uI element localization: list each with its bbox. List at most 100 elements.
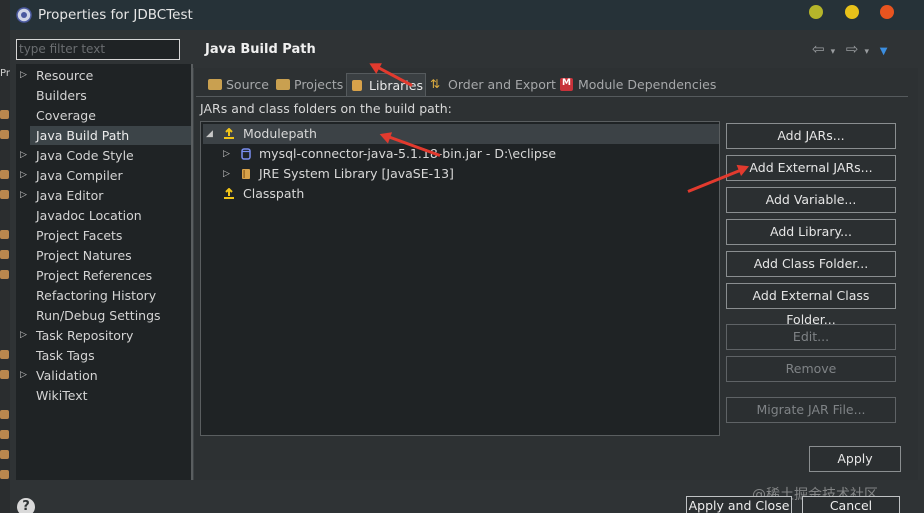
gutter-project-icon <box>0 370 9 379</box>
sidebar-item-java-build-path[interactable]: Java Build Path <box>30 126 191 145</box>
property-pages-tree[interactable]: ▷ Resource Builders Coverage Java Build Path… <box>16 64 191 480</box>
sidebar-item-label: Project Facets <box>36 228 123 243</box>
chevron-down-icon[interactable]: ▾ <box>864 47 869 57</box>
sidebar-item-project-facets[interactable]: Project Facets <box>16 226 191 245</box>
remove-button[interactable]: Remove <box>726 356 896 382</box>
sidebar-item-label: Java Code Style <box>36 148 134 163</box>
add-library-button[interactable]: Add Library... <box>726 219 896 245</box>
modulepath-icon <box>224 128 234 139</box>
gutter-project-icon <box>0 110 9 119</box>
tree-label: mysql-connector-java-5.1.18-bin.jar - D:… <box>259 146 557 161</box>
sidebar-item-label: Refactoring History <box>36 288 157 303</box>
tree-row-classpath[interactable]: Classpath <box>203 184 719 204</box>
help-icon[interactable]: ? <box>17 498 35 513</box>
sidebar-item-label: Task Repository <box>36 328 134 343</box>
expand-twisty-icon[interactable]: ▷ <box>20 186 27 205</box>
sidebar-item-label: Coverage <box>36 108 96 123</box>
tab-label: Libraries <box>369 78 423 93</box>
tab-label: Projects <box>294 77 344 92</box>
forward-arrow-icon[interactable]: ⇨ <box>846 40 859 58</box>
expand-twisty-icon[interactable]: ▷ <box>20 146 27 165</box>
sidebar-item-resource[interactable]: ▷ Resource <box>16 66 191 85</box>
sidebar-item-builders[interactable]: Builders <box>16 86 191 105</box>
tree-label: Classpath <box>243 186 305 201</box>
sidebar-item-label: Java Build Path <box>36 128 130 143</box>
sidebar-item-label: Task Tags <box>36 348 95 363</box>
add-class-folder-button[interactable]: Add Class Folder... <box>726 251 896 277</box>
migrate-jar-button[interactable]: Migrate JAR File... <box>726 397 896 423</box>
add-jars-button[interactable]: Add JARs... <box>726 123 896 149</box>
page-title: Java Build Path <box>205 42 316 57</box>
editor-gutter: Pr <box>0 0 10 513</box>
gutter-project-icon <box>0 230 9 239</box>
sidebar-item-label: Java Editor <box>36 188 104 203</box>
tree-row-mysql-jar[interactable]: ▷ mysql-connector-java-5.1.18-bin.jar - … <box>203 144 719 164</box>
sidebar-item-task-repository[interactable]: ▷ Task Repository <box>16 326 191 345</box>
window-title: Properties for JDBCTest <box>38 7 193 23</box>
apply-and-close-button[interactable]: Apply and Close <box>686 496 792 513</box>
filter-input[interactable]: type filter text <box>16 39 180 60</box>
sidebar-item-label: Project Natures <box>36 248 132 263</box>
sidebar-item-refactoring-history[interactable]: Refactoring History <box>16 286 191 305</box>
eclipse-gear-icon <box>16 7 32 23</box>
back-arrow-icon[interactable]: ⇦ <box>812 40 825 58</box>
sidebar-item-coverage[interactable]: Coverage <box>16 106 191 125</box>
classpath-icon <box>224 188 234 199</box>
tab-divider <box>196 96 908 97</box>
tab-label: Source <box>226 77 269 92</box>
expand-twisty-icon[interactable]: ▷ <box>20 326 27 345</box>
cancel-button[interactable]: Cancel <box>802 496 900 513</box>
sidebar-item-task-tags[interactable]: Task Tags <box>16 346 191 365</box>
gutter-project-icon <box>0 350 9 359</box>
collapse-twisty-icon[interactable]: ◢ <box>206 124 213 144</box>
tab-libraries[interactable]: Libraries <box>346 73 426 96</box>
tree-row-jre-library[interactable]: ▷ JRE System Library [JavaSE-13] <box>203 164 719 184</box>
order-arrows-icon: ⇅ <box>430 77 441 91</box>
build-path-tree[interactable]: ◢ Modulepath ▷ mysql-connector-java-5.1.… <box>200 121 720 436</box>
expand-twisty-icon[interactable]: ▷ <box>223 164 230 184</box>
chevron-down-icon[interactable]: ▾ <box>831 47 836 57</box>
sidebar-item-label: Javadoc Location <box>36 208 142 223</box>
edit-button[interactable]: Edit... <box>726 324 896 350</box>
sidebar-item-project-references[interactable]: Project References <box>16 266 191 285</box>
gutter-project-icon <box>0 130 9 139</box>
jar-icon <box>241 148 251 160</box>
sidebar-item-validation[interactable]: ▷ Validation <box>16 366 191 385</box>
title-bar[interactable]: Properties for JDBCTest <box>10 0 924 30</box>
tab-projects[interactable]: Projects <box>276 73 348 96</box>
sidebar-item-java-code-style[interactable]: ▷ Java Code Style <box>16 146 191 165</box>
gutter-project-icon <box>0 450 9 459</box>
sidebar-item-wikitext[interactable]: WikiText <box>16 386 191 405</box>
view-menu-icon[interactable]: ▼ <box>880 46 888 57</box>
gutter-project-icon <box>0 270 9 279</box>
tree-row-modulepath[interactable]: ◢ Modulepath <box>203 124 719 144</box>
close-button[interactable] <box>880 5 894 19</box>
tab-label: Module Dependencies <box>578 77 717 92</box>
gutter-project-icon <box>0 190 9 199</box>
expand-twisty-icon[interactable]: ▷ <box>223 144 230 164</box>
libraries-icon <box>352 80 362 91</box>
library-icon <box>242 169 250 179</box>
sidebar-item-run-debug-settings[interactable]: Run/Debug Settings <box>16 306 191 325</box>
filter-placeholder: type filter text <box>19 42 106 56</box>
gutter-project-icon <box>0 430 9 439</box>
sidebar-item-project-natures[interactable]: Project Natures <box>16 246 191 265</box>
projects-folder-icon <box>276 79 290 90</box>
expand-twisty-icon[interactable]: ▷ <box>20 366 27 385</box>
tab-source[interactable]: Source <box>208 73 274 96</box>
sidebar-item-java-editor[interactable]: ▷ Java Editor <box>16 186 191 205</box>
maximize-button[interactable] <box>845 5 859 19</box>
add-external-jars-button[interactable]: Add External JARs... <box>726 155 896 181</box>
expand-twisty-icon[interactable]: ▷ <box>20 166 27 185</box>
add-variable-button[interactable]: Add Variable... <box>726 187 896 213</box>
sidebar-item-java-compiler[interactable]: ▷ Java Compiler <box>16 166 191 185</box>
tab-module-dependencies[interactable]: M Module Dependencies <box>560 73 720 96</box>
apply-button[interactable]: Apply <box>809 446 901 472</box>
sidebar-item-label: Run/Debug Settings <box>36 308 161 323</box>
expand-twisty-icon[interactable]: ▷ <box>20 66 27 85</box>
sidebar-item-javadoc-location[interactable]: Javadoc Location <box>16 206 191 225</box>
tab-order-and-export[interactable]: ⇅ Order and Export <box>430 73 556 96</box>
sidebar-item-label: WikiText <box>36 388 88 403</box>
minimize-button[interactable] <box>809 5 823 19</box>
add-external-class-folder-button[interactable]: Add External Class Folder... <box>726 283 896 327</box>
